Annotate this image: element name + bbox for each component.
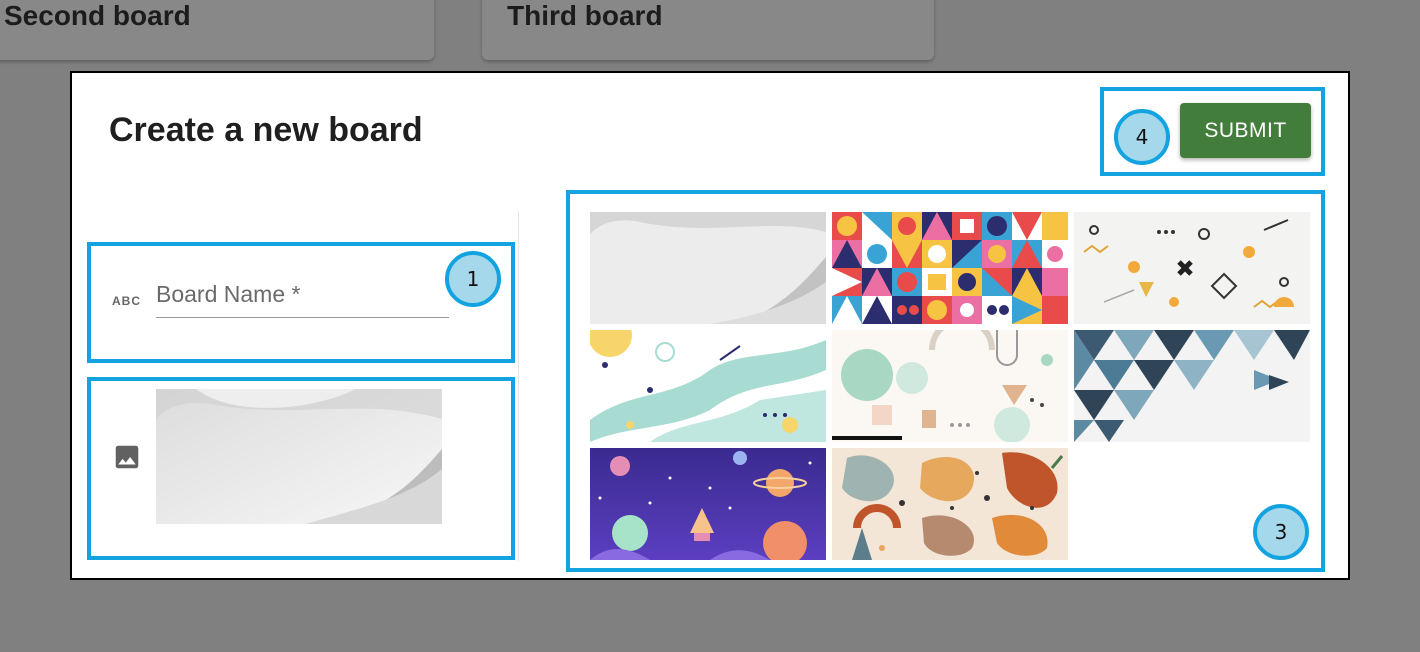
annotation-badge-4: 4 [1114, 109, 1170, 165]
background-thumb-5[interactable] [832, 330, 1068, 442]
board-card-title: Second board [4, 0, 191, 31]
board-card-title: Third board [507, 0, 663, 31]
background-thumb-3[interactable] [1074, 212, 1310, 324]
image-icon [112, 442, 142, 477]
background-thumb-4[interactable] [590, 330, 826, 442]
create-board-dialog: Create a new board 4 SUBMIT 1 ABC Board … [70, 71, 1350, 580]
column-divider [518, 211, 519, 561]
board-card-third: Third board [482, 0, 934, 60]
submit-button[interactable]: SUBMIT [1180, 103, 1311, 158]
selected-background-preview [156, 389, 442, 524]
abc-text-icon: ABC [112, 294, 141, 308]
background-thumb-7[interactable] [590, 448, 826, 560]
background-thumb-2[interactable] [832, 212, 1068, 324]
annotation-badge-3: 3 [1253, 504, 1309, 560]
board-card-second: Second board [0, 0, 434, 60]
background-thumb-8[interactable] [832, 448, 1068, 560]
dialog-title: Create a new board [109, 111, 423, 149]
board-name-underline [156, 317, 449, 318]
background-thumb-6[interactable] [1074, 330, 1310, 442]
annotation-badge-1: 1 [445, 251, 501, 307]
background-thumb-1[interactable] [590, 212, 826, 324]
board-name-input[interactable]: Board Name * [156, 281, 300, 308]
